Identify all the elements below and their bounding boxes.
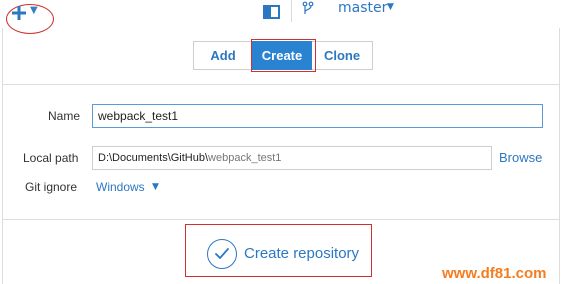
name-label: Name [48,109,81,123]
browse-button[interactable]: Browse [499,150,542,165]
chevron-down-icon[interactable]: ▼ [152,182,159,192]
tab-add[interactable]: Add [193,41,252,70]
branch-icon [302,0,314,14]
check-circle-icon [207,239,237,269]
create-repository-button[interactable]: Create repository [195,237,365,271]
git-ignore-select[interactable]: Windows [96,180,145,194]
local-path-input[interactable]: D:\Documents\GitHub\webpack_test1 [92,146,492,170]
create-repository-label: Create repository [244,245,360,262]
watermark: www.df81.com [442,265,547,282]
top-bar [0,0,562,28]
divider [3,219,559,220]
create-tab-highlight [251,39,316,72]
name-input[interactable]: webpack_test1 [92,104,543,128]
git-ignore-label: Git ignore [25,180,78,194]
local-path-base: D:\Documents\GitHub\ [98,152,209,164]
tab-clone[interactable]: Clone [312,41,373,70]
sidebar-toggle-icon[interactable] [263,5,280,19]
local-path-repo: webpack_test1 [208,152,282,164]
chevron-down-icon[interactable]: ▼ [387,2,394,12]
plus-icon[interactable] [12,5,26,20]
divider [3,84,559,85]
local-path-label: Local path [23,151,79,165]
branch-selector[interactable]: master [338,0,387,16]
chevron-down-icon[interactable]: ▼ [30,6,38,16]
divider [291,0,292,22]
